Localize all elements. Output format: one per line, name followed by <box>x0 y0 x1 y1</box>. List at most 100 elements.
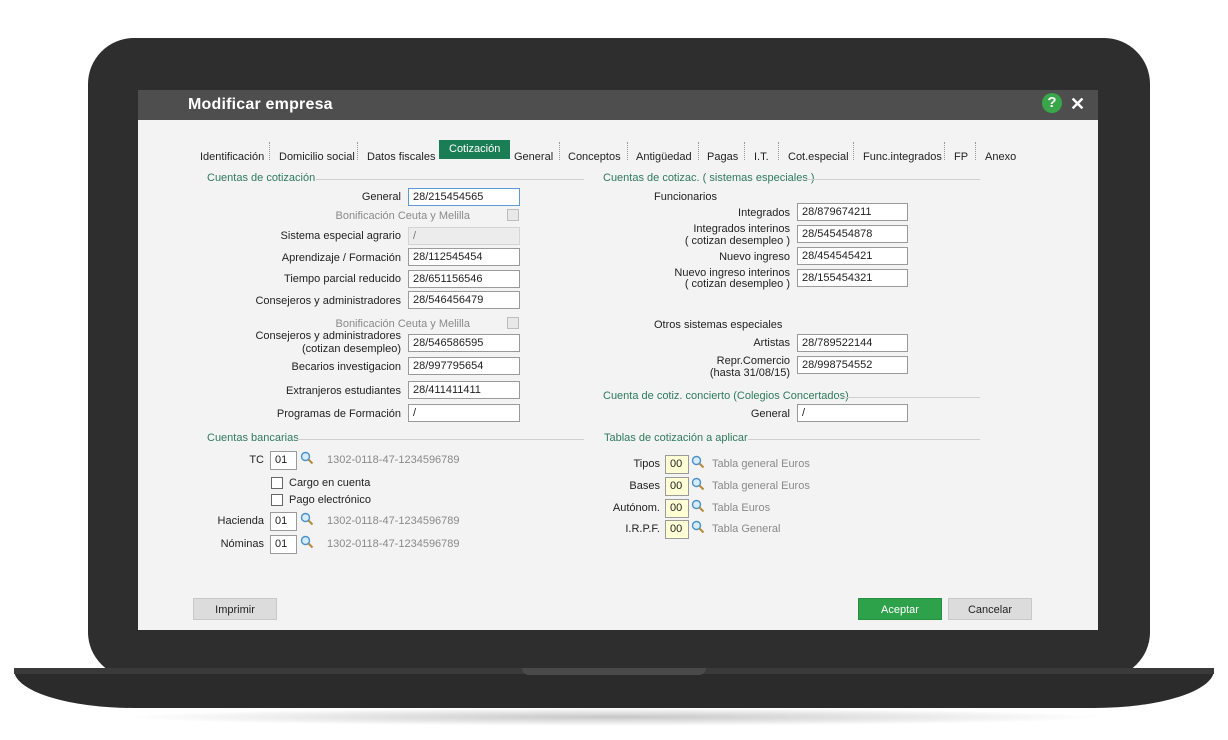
tab-domicilio-social[interactable]: Domicilio social <box>279 148 355 166</box>
tipos-label: Tipos <box>633 458 661 470</box>
search-icon[interactable] <box>691 477 705 491</box>
integrados-interinos-label: Integrados interinos <box>693 223 790 235</box>
agrario-label: Sistema especial agrario <box>280 230 401 242</box>
tab-general[interactable]: General <box>514 148 553 166</box>
concierto-general-field[interactable]: / <box>797 404 908 422</box>
becarios-field[interactable]: 28/997795654 <box>408 357 520 375</box>
integrados-field[interactable]: 28/879674211 <box>797 203 908 221</box>
extranjeros-field[interactable]: 28/411411411 <box>408 381 520 399</box>
integrados-interinos-field[interactable]: 28/545454878 <box>797 225 908 243</box>
hacienda-code-field[interactable]: 01 <box>270 512 297 531</box>
tab-separator <box>975 142 976 160</box>
tab-it[interactable]: I.T. <box>754 148 769 166</box>
bonificacion-label-2: Bonificación Ceuta y Melilla <box>335 318 470 330</box>
otros-sistemas-label: Otros sistemas especiales <box>654 319 783 331</box>
section-divider <box>748 439 980 440</box>
search-icon[interactable] <box>300 451 314 465</box>
pago-electronico-label: Pago electrónico <box>289 494 371 506</box>
repr-comercio-sublabel: (hasta 31/08/15) <box>709 367 790 379</box>
tab-separator <box>357 142 358 160</box>
section-divider <box>806 179 980 180</box>
bases-label: Bases <box>629 480 660 492</box>
artistas-label: Artistas <box>753 337 790 349</box>
aprendizaje-label: Aprendizaje / Formación <box>281 252 401 264</box>
consejeros-desempleo-field[interactable]: 28/546586595 <box>408 334 520 352</box>
agrario-field[interactable]: / <box>408 227 520 245</box>
consejeros-label: Consejeros y administradores <box>255 295 401 307</box>
irpf-desc-text: Tabla General <box>712 523 781 535</box>
autonom-code-field[interactable]: 00 <box>665 499 689 518</box>
tab-cot-especial[interactable]: Cot.especial <box>788 148 849 166</box>
search-icon[interactable] <box>300 512 314 526</box>
becarios-label: Becarios investigacion <box>291 361 401 373</box>
bonificacion-checkbox-2[interactable] <box>507 317 519 329</box>
section-title-sistemas-especiales: Cuentas de cotizac. ( sistemas especiale… <box>603 172 815 184</box>
parcial-label: Tiempo parcial reducido <box>284 273 401 285</box>
pago-electronico-checkbox[interactable] <box>271 494 283 506</box>
autonom-desc-text: Tabla Euros <box>712 502 771 514</box>
consejeros-desempleo-label: Consejeros y administradores <box>255 330 401 342</box>
consejeros-desempleo-sublabel: (cotizan desempleo) <box>301 343 401 355</box>
title-bar: Modificar empresa ? ✕ <box>138 90 1098 120</box>
search-icon[interactable] <box>691 455 705 469</box>
bases-code-field[interactable]: 00 <box>665 477 689 496</box>
parcial-field[interactable]: 28/651156546 <box>408 270 520 288</box>
cargo-cuenta-checkbox[interactable] <box>271 477 283 489</box>
autonom-label: Autónom. <box>612 502 660 514</box>
nuevo-ingreso-label: Nuevo ingreso <box>719 251 790 263</box>
nuevo-interinos-sublabel: ( cotizan desempleo ) <box>684 278 790 290</box>
aprendizaje-field[interactable]: 28/112545454 <box>408 248 520 266</box>
tc-account-text: 1302-0118-47-1234596789 <box>327 454 460 466</box>
tab-separator <box>944 142 945 160</box>
repr-comercio-label: Repr.Comercio <box>716 355 790 367</box>
tab-separator <box>627 142 628 160</box>
app-window: Modificar empresa ? ✕ Identificación Dom… <box>138 90 1098 630</box>
tab-func-integrados[interactable]: Func.integrados <box>863 148 942 166</box>
irpf-label: I.R.P.F. <box>625 523 660 535</box>
imprimir-button[interactable]: Imprimir <box>193 598 277 620</box>
section-title-cuentas-bancarias: Cuentas bancarias <box>207 432 299 444</box>
artistas-field[interactable]: 28/789522144 <box>797 334 908 352</box>
tc-label: TC <box>249 454 264 466</box>
general-cuenta-field[interactable]: 28/215454565 <box>408 188 520 206</box>
nominas-label: Nóminas <box>220 538 264 550</box>
bonificacion-checkbox[interactable] <box>507 209 519 221</box>
search-icon[interactable] <box>691 520 705 534</box>
laptop-shadow <box>120 708 1110 726</box>
tab-datos-fiscales[interactable]: Datos fiscales <box>367 148 435 166</box>
general-label: General <box>361 191 401 203</box>
programas-field[interactable]: / <box>408 404 520 422</box>
section-divider <box>316 179 584 180</box>
tipos-code-field[interactable]: 00 <box>665 455 689 474</box>
tab-separator <box>698 142 699 160</box>
tab-pagas[interactable]: Pagas <box>707 148 738 166</box>
tc-code-field[interactable]: 01 <box>270 451 297 470</box>
integrados-interinos-sublabel: ( cotizan desempleo ) <box>684 235 790 247</box>
hacienda-label: Hacienda <box>217 515 264 527</box>
search-icon[interactable] <box>691 499 705 513</box>
close-icon[interactable]: ✕ <box>1070 93 1085 115</box>
tab-separator <box>269 142 270 160</box>
tab-conceptos[interactable]: Conceptos <box>568 148 621 166</box>
window-title: Modificar empresa <box>188 96 333 113</box>
laptop-notch <box>522 668 706 675</box>
search-icon[interactable] <box>300 535 314 549</box>
irpf-code-field[interactable]: 00 <box>665 520 689 539</box>
tab-anexo[interactable]: Anexo <box>985 148 1016 166</box>
repr-comercio-field[interactable]: 28/998754552 <box>797 356 908 374</box>
tab-cotizacion[interactable]: Cotización <box>439 140 511 159</box>
aceptar-button[interactable]: Aceptar <box>858 598 942 620</box>
nominas-code-field[interactable]: 01 <box>270 535 297 554</box>
extranjeros-label: Extranjeros estudiantes <box>286 385 401 397</box>
nuevo-ingreso-field[interactable]: 28/454545421 <box>797 247 908 265</box>
tab-separator <box>853 142 854 160</box>
tab-identificacion[interactable]: Identificación <box>200 148 264 166</box>
tab-fp[interactable]: FP <box>954 148 968 166</box>
cancelar-button[interactable]: Cancelar <box>948 598 1032 620</box>
funcionarios-label: Funcionarios <box>654 191 717 203</box>
consejeros-field[interactable]: 28/546456479 <box>408 291 520 309</box>
help-icon[interactable]: ? <box>1042 93 1062 113</box>
tab-antiguedad[interactable]: Antigüedad <box>636 148 692 166</box>
nuevo-interinos-field[interactable]: 28/155454321 <box>797 269 908 287</box>
bases-desc-text: Tabla general Euros <box>712 480 810 492</box>
